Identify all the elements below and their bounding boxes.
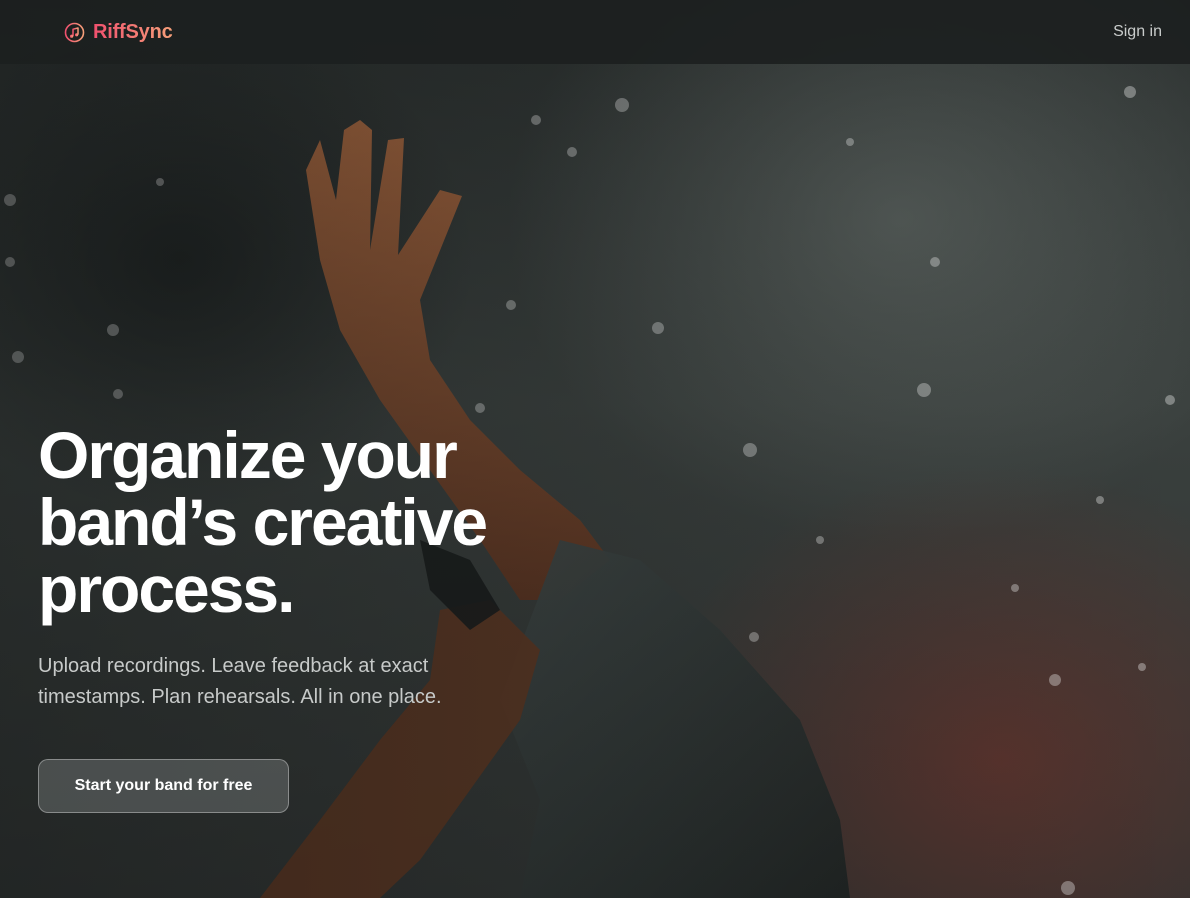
headline-line-3: process.: [38, 552, 295, 626]
hero-headline: Organize your band’s creative process.: [38, 422, 598, 623]
headline-line-1: Organize your: [38, 418, 458, 492]
brand-name: RiffSync: [93, 20, 173, 43]
hero-subheadline: Upload recordings. Leave feedback at exa…: [38, 655, 442, 708]
hero-section: Organize your band’s creative process. U…: [38, 422, 598, 813]
top-navbar: RiffSync Sign in: [0, 0, 1190, 64]
brand-logo-link[interactable]: RiffSync: [64, 21, 173, 44]
music-note-icon: [64, 22, 85, 43]
sign-in-link[interactable]: Sign in: [1113, 23, 1162, 41]
headline-line-2: band’s creative: [38, 485, 488, 559]
start-band-free-button[interactable]: Start your band for free: [38, 759, 289, 813]
